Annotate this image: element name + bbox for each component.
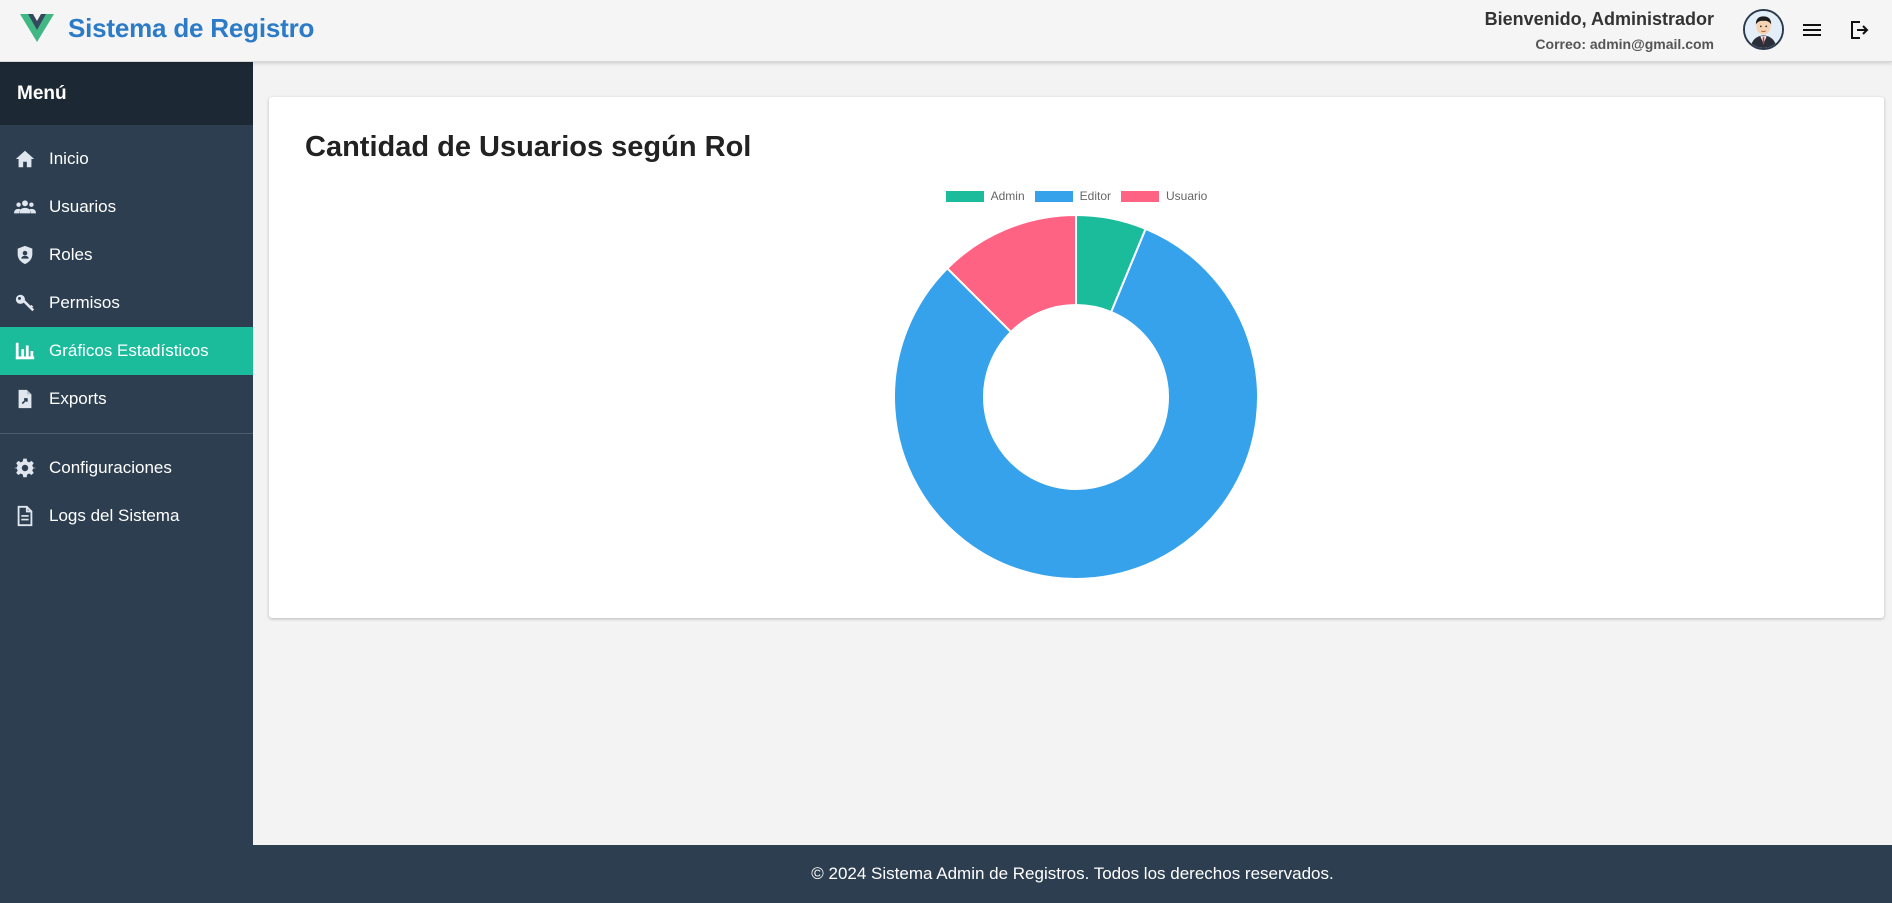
logout-icon[interactable] [1847,18,1871,42]
sidebar-item-label: Configuraciones [49,458,172,477]
users-icon [13,195,37,219]
bar-chart-icon [13,339,37,363]
chart-card: Cantidad de Usuarios según Rol Admin Edi… [269,97,1884,618]
sidebar-heading: Menú [0,62,253,125]
app-title: Sistema de Registro [68,12,315,43]
sidebar-item-label: Usuarios [49,197,117,216]
footer-text: © 2024 Sistema Admin de Registros. Todos… [811,864,1334,883]
doughnut-chart [893,213,1259,580]
sidebar-item-label: Exports [49,389,107,408]
sidebar-item-graficos[interactable]: Gráficos Estadísticos [0,327,253,375]
user-avatar-icon [1745,11,1782,48]
sidebar-item-permisos[interactable]: Permisos [0,279,253,327]
key-icon [13,291,37,315]
sidebar-item-usuarios[interactable]: Usuarios [0,183,253,231]
sidebar-item-label: Roles [49,245,93,264]
vue-logo-icon [20,14,54,42]
shield-icon [13,243,37,267]
user-email: Correo: admin@gmail.com [1535,36,1714,52]
sidebar-item-label: Inicio [49,149,89,168]
hamburger-menu-icon[interactable] [1800,18,1824,42]
sidebar-item-label: Permisos [49,293,120,312]
top-header: Sistema de Registro Bienvenido, Administ… [0,0,1892,62]
sidebar-item-exports[interactable]: Exports [0,375,253,423]
gear-icon [13,456,37,480]
footer: © 2024 Sistema Admin de Registros. Todos… [253,845,1892,903]
home-icon [13,147,37,171]
sidebar-item-label: Gráficos Estadísticos [49,341,209,360]
user-info: Bienvenido, Administrador Correo: admin@… [1485,9,1714,52]
welcome-text: Bienvenido, Administrador [1484,9,1714,29]
sidebar-nav: Inicio Usuarios Roles Permisos Gráficos … [0,135,253,540]
avatar[interactable] [1743,9,1784,50]
file-export-icon [13,387,37,411]
sidebar: Menú Inicio Usuarios Roles Permisos Gráf… [0,62,253,903]
sidebar-item-roles[interactable]: Roles [0,231,253,279]
brand[interactable]: Sistema de Registro [20,12,314,44]
sidebar-divider [0,433,253,434]
sidebar-item-configuraciones[interactable]: Configuraciones [0,444,253,492]
sidebar-item-label: Logs del Sistema [49,506,180,525]
document-icon [13,504,37,528]
sidebar-item-inicio[interactable]: Inicio [0,135,253,183]
sidebar-item-logs[interactable]: Logs del Sistema [0,492,253,540]
